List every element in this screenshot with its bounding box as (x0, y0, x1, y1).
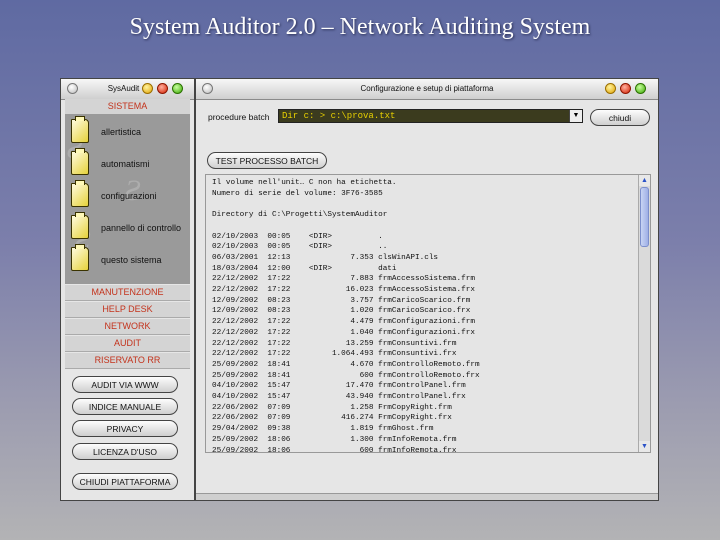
folder-icon (71, 116, 89, 143)
section-riservato-rr[interactable]: RISERVATO RR (65, 353, 190, 369)
output-line: 29/04/2002 09:38 1.819 frmGhost.frm (212, 425, 434, 434)
maximize-icon[interactable] (635, 83, 646, 94)
output-line: Directory di C:\Progetti\SystemAuditor (212, 211, 388, 220)
config-titlebar[interactable]: Configurazione e setup di piattaforma (196, 79, 658, 100)
tree-item-configurazioni[interactable]: configurazioni (71, 180, 190, 209)
batch-output-text: Il volume nell'unit… C non ha etichetta.… (212, 178, 480, 453)
config-window: Configurazione e setup di piattaforma pr… (195, 78, 659, 501)
output-line: 12/09/2002 08:23 1.020 frmCaricoScarico.… (212, 307, 471, 316)
sysaudit-titlebar[interactable]: SysAudit (61, 79, 194, 100)
scroll-thumb[interactable] (640, 187, 649, 247)
output-line: 22/12/2002 17:22 13.259 frmConsuntivi.fr… (212, 339, 457, 348)
sistema-tree: Ƨ Ƨ Ƨ allertistica automatismi configura… (65, 114, 190, 284)
sysaudit-window: SysAudit SISTEMA Ƨ Ƨ Ƨ allertistica auto… (60, 78, 195, 501)
zoom-icon[interactable] (157, 83, 168, 94)
scroll-up-icon[interactable]: ▲ (639, 175, 650, 186)
output-line: 04/10/2002 15:47 17.470 frmControlPanel.… (212, 382, 466, 391)
output-line: Numero di serie del volume: 3F76-3585 (212, 189, 383, 198)
chiudi-button[interactable]: chiudi (590, 109, 650, 126)
output-line: 02/10/2003 00:05 <DIR> . (212, 232, 383, 241)
output-line: 18/03/2004 12:00 <DIR> dati (212, 264, 397, 273)
tree-item-label: allertistica (101, 127, 142, 137)
output-line: 22/12/2002 17:22 1.040 frmConfigurazioni… (212, 328, 475, 337)
privacy-button[interactable]: PRIVACY (72, 420, 178, 437)
procedure-batch-label: procedure batch (208, 112, 270, 122)
audit-via-www-button[interactable]: AUDIT VIA WWW (72, 376, 178, 393)
section-sistema[interactable]: SISTEMA (65, 99, 190, 115)
procedure-batch-value: Dir c: > c:\prova.txt (282, 111, 396, 121)
tree-item-pannello-di-controllo[interactable]: pannello di controllo (71, 212, 190, 241)
section-network[interactable]: NETWORK (65, 319, 190, 335)
batch-output[interactable]: Il volume nell'unit… C non ha etichetta.… (205, 174, 651, 453)
procedure-batch-select[interactable]: Dir c: > c:\prova.txt ▼ (278, 109, 583, 123)
tree-item-label: configurazioni (101, 191, 157, 201)
chiudi-piattaforma-button[interactable]: CHIUDI PIATTAFORMA (72, 473, 178, 490)
output-line: 25/09/2002 18:06 600 frmInfoRemota.frx (212, 446, 457, 453)
section-audit[interactable]: AUDIT (65, 336, 190, 352)
folder-icon (71, 212, 89, 239)
folder-icon (71, 180, 89, 207)
output-line: Il volume nell'unit… C non ha etichetta. (212, 179, 397, 187)
minimize-icon[interactable] (142, 83, 153, 94)
vertical-scrollbar[interactable]: ▲ ▼ (638, 175, 650, 452)
window-title: Configurazione e setup di piattaforma (360, 84, 494, 93)
folder-icon (71, 148, 89, 175)
tree-item-label: automatismi (101, 159, 150, 169)
output-line: 02/10/2003 00:05 <DIR> .. (212, 243, 388, 252)
scroll-down-icon[interactable]: ▼ (639, 441, 650, 452)
output-line: 12/09/2002 08:23 3.757 frmCaricoScarico.… (212, 296, 471, 305)
licenza-uso-button[interactable]: LICENZA D'USO (72, 443, 178, 460)
tree-item-label: pannello di controllo (101, 223, 182, 233)
output-line: 04/10/2002 15:47 43.940 frmControlPanel.… (212, 393, 466, 402)
tree-item-allertistica[interactable]: allertistica (71, 116, 190, 145)
output-line: 22/12/2002 17:22 1.064.493 frmConsuntivi… (212, 350, 457, 359)
output-line: 22/06/2002 07:09 1.258 FrmCopyRight.frm (212, 403, 452, 412)
chevron-down-icon[interactable]: ▼ (569, 110, 582, 122)
folder-icon (71, 244, 89, 271)
maximize-icon[interactable] (172, 83, 183, 94)
output-line: 25/09/2002 18:41 600 frmControlloRemoto.… (212, 371, 480, 380)
tree-item-label: questo sistema (101, 255, 162, 265)
window-bottom-bar (196, 493, 658, 500)
section-help-desk[interactable]: HELP DESK (65, 302, 190, 318)
tree-item-questo-sistema[interactable]: questo sistema (71, 244, 190, 273)
section-manutenzione[interactable]: MANUTENZIONE (65, 285, 190, 301)
slide-title: System Auditor 2.0 – Network Auditing Sy… (129, 14, 591, 40)
output-line: 06/03/2001 12:13 7.353 clsWinAPI.cls (212, 253, 439, 262)
output-line: 22/06/2002 07:09 416.274 FrmCopyRight.fr… (212, 414, 452, 423)
test-processo-batch-button[interactable]: TEST PROCESSO BATCH (207, 152, 327, 169)
zoom-icon[interactable] (620, 83, 631, 94)
output-line: 25/09/2002 18:41 4.670 frmControlloRemot… (212, 360, 480, 369)
output-line: 25/09/2002 18:06 1.300 frmInfoRemota.frm (212, 435, 457, 444)
minimize-icon[interactable] (605, 83, 616, 94)
output-line: 22/12/2002 17:22 7.883 frmAccessoSistema… (212, 275, 475, 284)
output-line: 22/12/2002 17:22 16.023 frmAccessoSistem… (212, 286, 475, 295)
tree-item-automatismi[interactable]: automatismi (71, 148, 190, 177)
indice-manuale-button[interactable]: INDICE MANUALE (72, 398, 178, 415)
output-line: 22/12/2002 17:22 4.479 frmConfigurazioni… (212, 318, 475, 327)
